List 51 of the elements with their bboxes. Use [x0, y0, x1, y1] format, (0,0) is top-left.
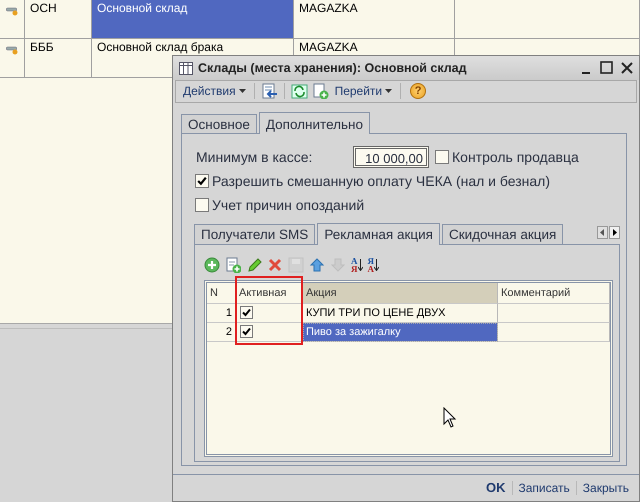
tab[interactable]: Дополнительно [258, 112, 370, 134]
close-icon[interactable] [621, 62, 633, 74]
doc-plus-icon[interactable] [312, 83, 329, 100]
arrow-down-icon [374, 258, 379, 270]
arrow-down-icon [358, 258, 362, 270]
caret-icon [385, 89, 392, 94]
add-icon[interactable] [204, 256, 220, 272]
menu-button[interactable]: Перейти [332, 84, 394, 98]
edit-icon[interactable] [246, 256, 262, 272]
delete-icon[interactable] [267, 256, 283, 272]
checkbox[interactable] [195, 198, 209, 212]
checkbox-label: Учет причин опозданий [212, 196, 364, 212]
table-cell: MAGAZKA [294, 0, 455, 38]
dialog-button[interactable]: OK [480, 480, 512, 496]
checkbox-label: Контроль продавца [452, 148, 579, 164]
table-cell: 1 [207, 304, 236, 322]
table-cell: БББ [25, 39, 92, 77]
scroll-right-icon[interactable] [609, 226, 620, 239]
copy-icon[interactable] [225, 256, 241, 272]
sort-button[interactable]: А Я [351, 256, 362, 272]
input-field[interactable]: 10 000,00 [353, 146, 429, 168]
table-cell: Основной склад [92, 0, 294, 38]
help-button[interactable]: ? [410, 83, 426, 100]
checkbox[interactable] [435, 150, 449, 164]
tab[interactable]: Основное [181, 114, 257, 132]
checkbox[interactable] [240, 306, 253, 318]
checkbox[interactable] [240, 324, 253, 338]
maximize-icon[interactable] [600, 61, 613, 74]
table-icon [179, 60, 193, 75]
dialog-button[interactable]: Записать [512, 480, 576, 495]
caret-icon [238, 89, 246, 94]
sort-button[interactable]: Я А [368, 256, 379, 272]
tab[interactable]: Скидочная акция [442, 224, 564, 244]
menu-button[interactable]: Действия [181, 84, 248, 98]
up-icon[interactable] [309, 256, 325, 272]
doc-arrow-icon[interactable] [260, 83, 278, 100]
refresh-icon[interactable] [290, 83, 308, 100]
mouse-pointer-icon [443, 407, 457, 428]
checkbox-label: Разрешить смешанную оплату ЧЕКА (нал и безнал) [212, 172, 550, 188]
storage-icon [6, 6, 18, 16]
storage-icon [6, 45, 18, 55]
tab[interactable]: Получатели SMS [194, 224, 316, 244]
table-cell: 2 [207, 322, 236, 342]
field-label: Минимум в кассе: [196, 148, 314, 164]
checkbox[interactable] [195, 174, 209, 188]
table-cell[interactable]: Пиво за зажигалку [303, 322, 498, 342]
dialog-button[interactable]: Закрыть [576, 480, 635, 495]
column-header[interactable]: Комментарий [498, 282, 610, 304]
column-header[interactable]: Акция [303, 282, 498, 304]
scroll-left-icon[interactable] [597, 226, 608, 239]
tab[interactable]: Рекламная акция [317, 222, 440, 244]
